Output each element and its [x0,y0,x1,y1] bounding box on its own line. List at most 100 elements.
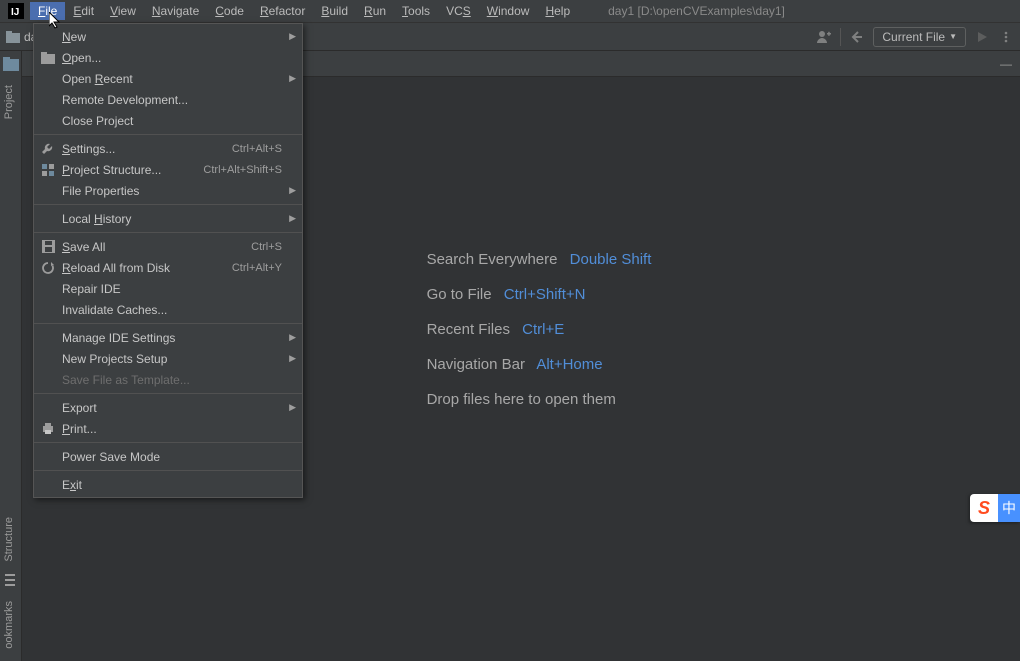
structure-icon [40,163,56,177]
menu-separator [34,470,302,471]
menu-item-label: Local History [62,212,282,226]
menubar: IJ FileEditViewNavigateCodeRefactorBuild… [0,0,1020,23]
menu-item[interactable]: Power Save Mode [34,446,302,467]
menu-item-shortcut: Ctrl+S [251,241,282,253]
menu-view[interactable]: View [102,2,144,20]
bookmarks-label[interactable]: ookmarks [3,595,15,655]
menu-tools[interactable]: Tools [394,2,438,20]
project-label[interactable]: Project [3,79,15,125]
menu-item-label: Remote Development... [62,93,282,107]
menu-item-label: Save File as Template... [62,373,282,387]
menu-item[interactable]: Open... [34,47,302,68]
placeholder-row: Search Everywhere Double Shift [427,251,652,268]
menu-navigate[interactable]: Navigate [144,2,207,20]
collapse-icon[interactable]: — [1000,57,1012,71]
app-icon: IJ [8,3,24,19]
placeholder-row: Navigation Bar Alt+Home [427,356,652,373]
structure-label[interactable]: Structure [3,511,15,568]
menu-item[interactable]: File Properties ▶ [34,180,302,201]
menu-item[interactable]: Print... [34,418,302,439]
structure-icon[interactable] [3,573,19,589]
folder-icon [40,52,56,64]
ime-logo: S [970,494,998,522]
menu-refactor[interactable]: Refactor [252,2,313,20]
folder-icon [6,31,20,43]
run-config-selector[interactable]: Current File ▼ [873,27,966,47]
left-gutter: Project Structure ookmarks [0,51,22,661]
add-user-icon[interactable] [816,29,832,45]
menu-item-label: Power Save Mode [62,450,282,464]
menu-window[interactable]: Window [479,2,538,20]
drop-hint: Drop files here to open them [427,391,616,408]
menu-item-shortcut: Ctrl+Alt+S [232,143,282,155]
menu-item[interactable]: Reload All from DiskCtrl+Alt+Y [34,257,302,278]
menu-item[interactable]: Export ▶ [34,397,302,418]
svg-text:IJ: IJ [11,7,19,18]
chevron-right-icon: ▶ [289,185,296,196]
chevron-right-icon: ▶ [289,31,296,42]
menu-vcs[interactable]: VCS [438,2,479,20]
menu-item-shortcut: Ctrl+Alt+Shift+S [203,164,282,176]
chevron-right-icon: ▶ [289,402,296,413]
ime-lang: 中 [998,494,1020,522]
menu-separator [34,204,302,205]
menu-item-label: Manage IDE Settings [62,331,282,345]
placeholder-row: Go to File Ctrl+Shift+N [427,286,652,303]
reload-icon [40,261,56,275]
menu-item[interactable]: New Projects Setup▶ [34,348,302,369]
menu-item-label: Save All [62,240,251,254]
chevron-right-icon: ▶ [289,332,296,343]
menu-item-label: Open Recent [62,72,282,86]
menu-separator [34,393,302,394]
back-arrow-icon[interactable] [849,29,865,45]
menu-item-label: Reload All from Disk [62,261,232,275]
menu-item: Save File as Template... [34,369,302,390]
run-icon[interactable] [974,29,990,45]
menu-separator [34,232,302,233]
menu-item[interactable]: Exit [34,474,302,495]
menu-item-label: Project Structure... [62,163,203,177]
divider [840,28,841,46]
menu-item[interactable]: Local History ▶ [34,208,302,229]
menu-run[interactable]: Run [356,2,394,20]
menu-file[interactable]: File [30,2,65,20]
menu-item-shortcut: Ctrl+Alt+Y [232,262,282,274]
menu-code[interactable]: Code [207,2,252,20]
menu-item[interactable]: Open Recent ▶ [34,68,302,89]
menu-item[interactable]: Invalidate Caches... [34,299,302,320]
menu-item-label: Settings... [62,142,232,156]
chevron-right-icon: ▶ [289,73,296,84]
menu-item[interactable]: Repair IDE [34,278,302,299]
menu-item[interactable]: New ▶ [34,26,302,47]
menu-item[interactable]: Save AllCtrl+S [34,236,302,257]
menu-item-label: Print... [62,422,282,436]
menu-item-label: Repair IDE [62,282,282,296]
window-title: day1 [D:\openCVExamples\day1] [608,4,785,18]
chevron-down-icon: ▼ [949,32,957,41]
ime-badge[interactable]: S 中 [970,494,1020,522]
menu-item[interactable]: Manage IDE Settings ▶ [34,327,302,348]
menu-item-label: Open... [62,51,282,65]
menu-item-label: File Properties [62,184,282,198]
menu-item[interactable]: Close Project [34,110,302,131]
placeholder-row: Recent Files Ctrl+E [427,321,652,338]
menu-item-label: New [62,30,282,44]
menu-edit[interactable]: Edit [65,2,102,20]
save-icon [40,240,56,253]
menu-item-label: Export [62,401,282,415]
menu-item[interactable]: Project Structure...Ctrl+Alt+Shift+S [34,159,302,180]
menu-item[interactable]: Remote Development... [34,89,302,110]
menu-item-label: Close Project [62,114,282,128]
menu-build[interactable]: Build [313,2,356,20]
menu-separator [34,442,302,443]
menu-item[interactable]: Settings...Ctrl+Alt+S [34,138,302,159]
project-tool-button[interactable] [3,57,19,73]
wrench-icon [40,142,56,156]
print-icon [40,422,56,435]
menu-item-label: Exit [62,478,282,492]
menu-help[interactable]: Help [537,2,578,20]
menu-item-label: Invalidate Caches... [62,303,282,317]
more-icon[interactable] [998,29,1014,45]
chevron-right-icon: ▶ [289,213,296,224]
menu-separator [34,323,302,324]
